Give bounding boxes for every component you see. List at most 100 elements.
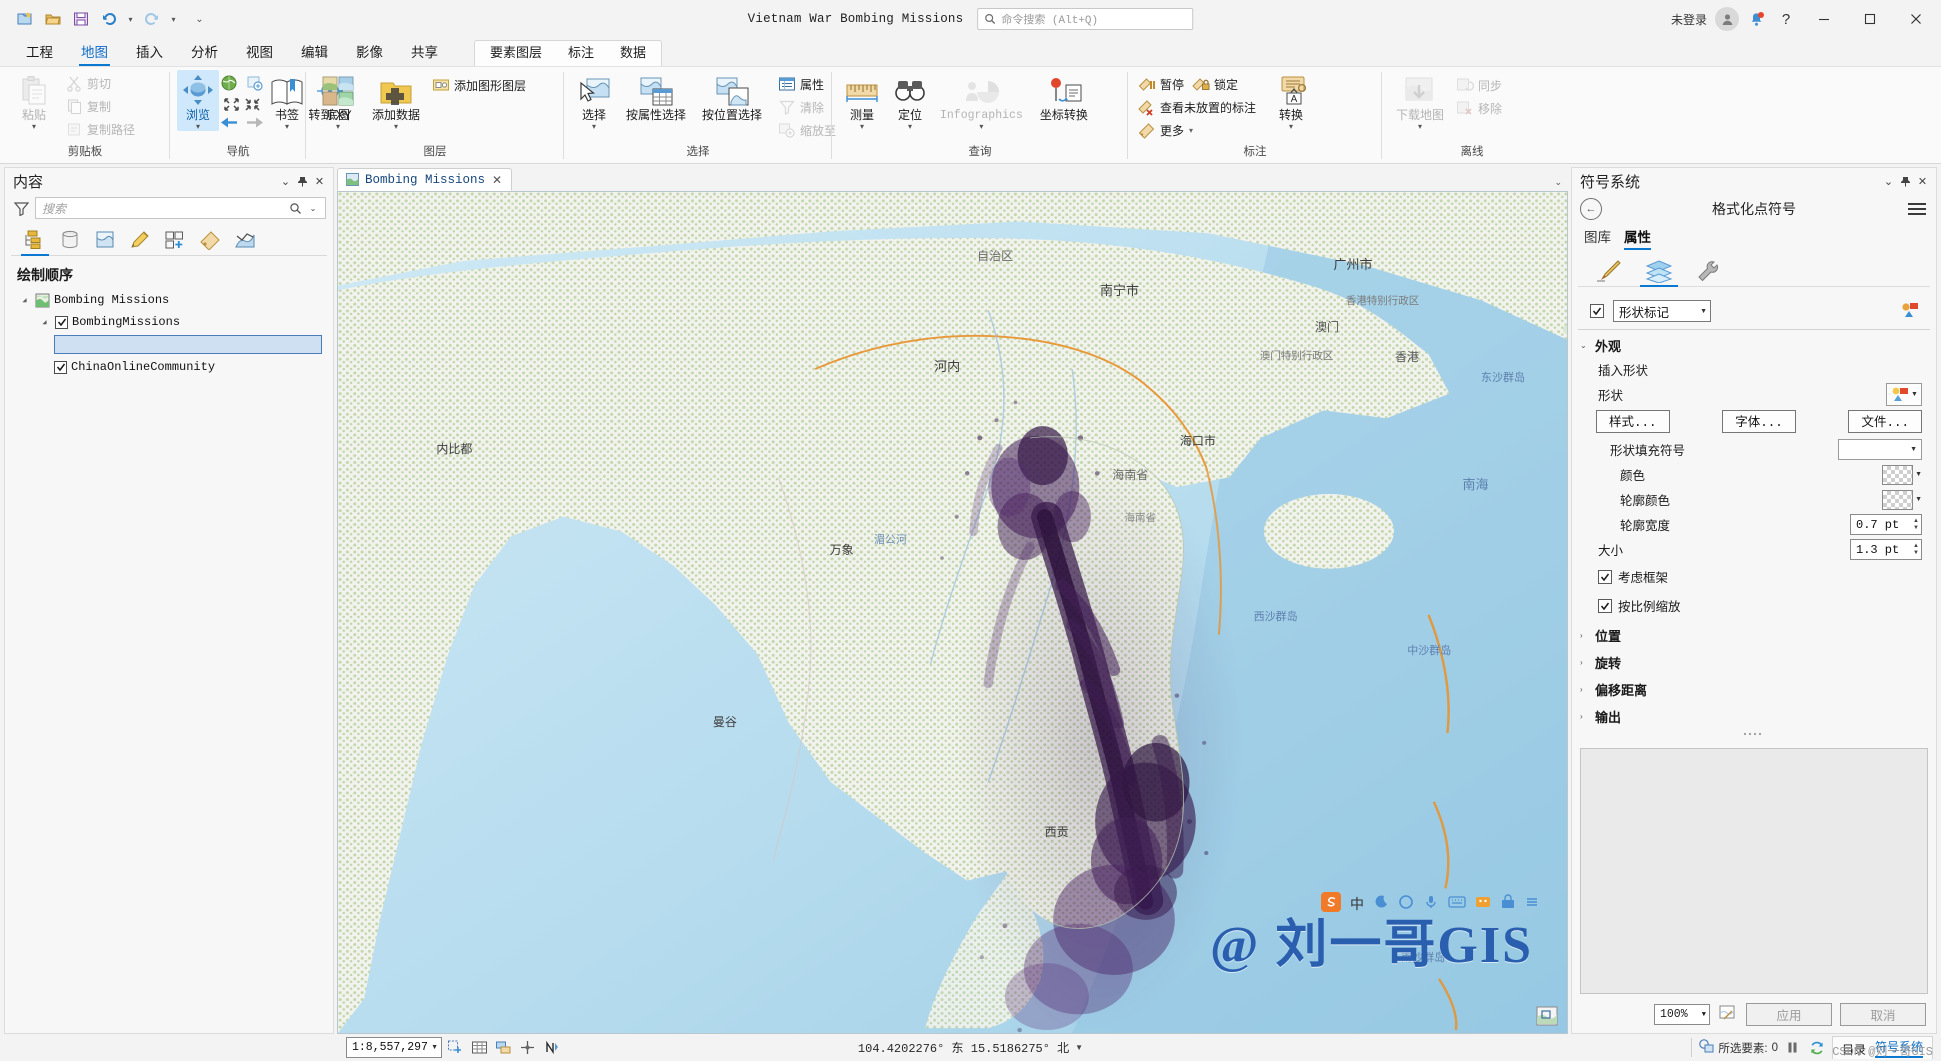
list-by-charts-tab[interactable] — [231, 227, 259, 255]
expander-icon[interactable]: ◢ — [38, 316, 51, 329]
add-graphics-layer-button[interactable]: 添加图形图层 — [429, 74, 531, 96]
outline-color-picker[interactable]: ▼ — [1882, 489, 1922, 510]
symbol-layer-options-icon[interactable] — [1900, 301, 1920, 322]
user-avatar[interactable] — [1715, 7, 1739, 31]
tab-edit[interactable]: 编辑 — [287, 40, 342, 66]
section-offset-distance[interactable]: › 偏移距离 — [1572, 674, 1936, 701]
outline-width-input[interactable]: 0.7 pt ▲ ▼ — [1850, 514, 1922, 535]
preview-zoom-select[interactable]: 100% ▼ — [1654, 1004, 1710, 1025]
convert-labels-button[interactable]: A 转换 ▾ — [1267, 70, 1315, 131]
symbol-layers-icon[interactable] — [1640, 256, 1678, 287]
filter-icon[interactable] — [12, 199, 30, 217]
add-data-dropdown-icon[interactable]: ▾ — [394, 122, 398, 131]
tree-item-chinaonlinecommunity[interactable]: ChinaOnlineCommunity — [10, 356, 328, 378]
list-by-snapping-tab[interactable] — [161, 227, 189, 255]
open-project-icon[interactable] — [40, 6, 66, 32]
section-output[interactable]: › 输出 — [1572, 701, 1936, 728]
infographics-button[interactable]: Infographics ▾ — [935, 70, 1028, 131]
explore-dropdown-icon[interactable]: ▾ — [196, 122, 200, 131]
section-position[interactable]: › 位置 — [1572, 620, 1936, 647]
apply-button[interactable]: 应用 — [1746, 1003, 1832, 1026]
map-view-tab[interactable]: Bombing Missions ✕ — [337, 168, 513, 191]
sync-button[interactable]: 同步 — [1453, 74, 1507, 96]
maximize-button[interactable] — [1849, 2, 1891, 36]
chevron-down-icon[interactable]: ▼ — [1915, 496, 1922, 503]
respect-frame-checkbox[interactable] — [1598, 569, 1612, 584]
full-extent-icon[interactable] — [220, 74, 238, 95]
contents-search-input[interactable]: 搜索 ⌄ — [35, 197, 326, 219]
save-project-icon[interactable] — [68, 6, 94, 32]
selection-chip-icon[interactable] — [493, 1037, 514, 1058]
expander-icon[interactable]: ◢ — [18, 294, 31, 307]
cut-button[interactable]: 剪切 — [63, 72, 140, 94]
convert-labels-dropdown-icon[interactable]: ▾ — [1289, 122, 1293, 131]
select-dropdown-icon[interactable]: ▾ — [592, 122, 596, 131]
list-by-editing-tab[interactable] — [126, 227, 154, 255]
contents-close-icon[interactable]: ✕ — [311, 173, 328, 190]
tree-item-bombingmissions[interactable]: ◢ BombingMissions — [10, 311, 328, 333]
view-unplaced-labels-button[interactable]: 查看未放置的标注 — [1135, 96, 1261, 118]
list-by-selection-tab[interactable] — [91, 227, 119, 255]
symbology-tab-gallery[interactable]: 图库 — [1584, 226, 1611, 250]
paste-dropdown-icon[interactable]: ▾ — [32, 122, 36, 131]
drawing-status-icon[interactable] — [517, 1037, 538, 1058]
symbology-close-icon[interactable]: ✕ — [1914, 173, 1931, 190]
section-appearance[interactable]: ⌄ 外观 — [1572, 330, 1936, 357]
map-canvas[interactable]: 自治区 南宁市 广州市 香港特别行政区 澳门 澳门特别行政区 香港 东沙群岛 河… — [337, 191, 1568, 1034]
help-icon[interactable]: ? — [1773, 6, 1799, 32]
download-map-button[interactable]: 下载地图 ▾ — [1389, 70, 1451, 131]
contents-pin-icon[interactable] — [294, 173, 311, 190]
new-project-icon[interactable] — [12, 6, 38, 32]
attribute-table-icon[interactable] — [469, 1037, 490, 1058]
copy-path-button[interactable]: 复制路径 — [63, 118, 140, 140]
bookmarks-dropdown-icon[interactable]: ▾ — [285, 122, 289, 131]
paste-button[interactable]: 粘贴 ▾ — [7, 70, 61, 131]
tab-feature-layer[interactable]: 要素图层 — [477, 40, 555, 66]
more-labeling-dropdown-icon[interactable]: ▾ — [1189, 126, 1193, 135]
copy-button[interactable]: 复制 — [63, 95, 140, 117]
contents-search-dropdown-icon[interactable]: ⌄ — [304, 199, 322, 217]
chevron-down-icon[interactable]: ▼ — [1915, 471, 1922, 478]
tab-labeling[interactable]: 标注 — [555, 40, 607, 66]
basemap-button[interactable]: 底图 ▾ — [313, 70, 363, 131]
measure-dropdown-icon[interactable]: ▾ — [860, 122, 864, 131]
sign-in-label[interactable]: 未登录 — [1667, 11, 1711, 28]
tab-data[interactable]: 数据 — [607, 40, 659, 66]
infographics-dropdown-icon[interactable]: ▾ — [979, 122, 983, 131]
command-search-input[interactable]: 命令搜索 (Alt+Q) — [977, 8, 1194, 30]
list-by-labeling-tab[interactable] — [196, 227, 224, 255]
bookmarks-button[interactable]: 书签 ▾ — [265, 70, 309, 131]
basemap-dropdown-icon[interactable]: ▾ — [336, 122, 340, 131]
tab-analysis[interactable]: 分析 — [177, 40, 232, 66]
undo-dropdown-icon[interactable]: ▾ — [124, 7, 137, 31]
map-overview-icon[interactable] — [1535, 1005, 1559, 1027]
select-features-tool-icon[interactable] — [445, 1037, 466, 1058]
pause-labeling-button[interactable]: 暂停 — [1135, 73, 1189, 95]
explore-button[interactable]: 浏览 ▾ — [177, 70, 219, 131]
measure-button[interactable]: 测量 ▾ — [839, 70, 885, 131]
tree-item-map[interactable]: ◢ Bombing Missions — [10, 289, 328, 311]
symbol-layer-enabled-checkbox[interactable] — [1590, 304, 1604, 318]
pause-drawing-icon[interactable] — [1782, 1037, 1803, 1058]
size-input[interactable]: 1.3 pt ▲ ▼ — [1850, 539, 1922, 560]
scale-proportionally-checkbox[interactable] — [1598, 598, 1612, 613]
symbology-tab-properties[interactable]: 属性 — [1624, 226, 1651, 250]
redo-icon[interactable] — [139, 6, 165, 32]
tab-map[interactable]: 地图 — [67, 40, 122, 66]
section-rotation[interactable]: › 旋转 — [1572, 647, 1936, 674]
symbology-pin-icon[interactable] — [1897, 173, 1914, 190]
customize-qat-icon[interactable]: ⌄ — [193, 7, 206, 31]
select-by-location-button[interactable]: 按位置选择 — [695, 70, 769, 122]
minimize-button[interactable] — [1803, 2, 1845, 36]
shape-picker-button[interactable]: ▼ — [1886, 383, 1922, 406]
layer-visibility-checkbox[interactable] — [55, 315, 68, 329]
contents-search-icon[interactable] — [286, 199, 304, 217]
tab-imagery[interactable]: 影像 — [342, 40, 397, 66]
layer-symbol-swatch[interactable] — [54, 335, 322, 354]
download-map-dropdown-icon[interactable]: ▾ — [1418, 122, 1422, 131]
notifications-icon[interactable] — [1743, 6, 1769, 32]
map-tab-close-icon[interactable]: ✕ — [491, 173, 503, 187]
font-button[interactable]: 字体... — [1722, 410, 1796, 433]
more-labeling-button[interactable]: 更多 ▾ — [1135, 119, 1261, 141]
preview-fit-icon[interactable] — [1718, 1003, 1738, 1026]
